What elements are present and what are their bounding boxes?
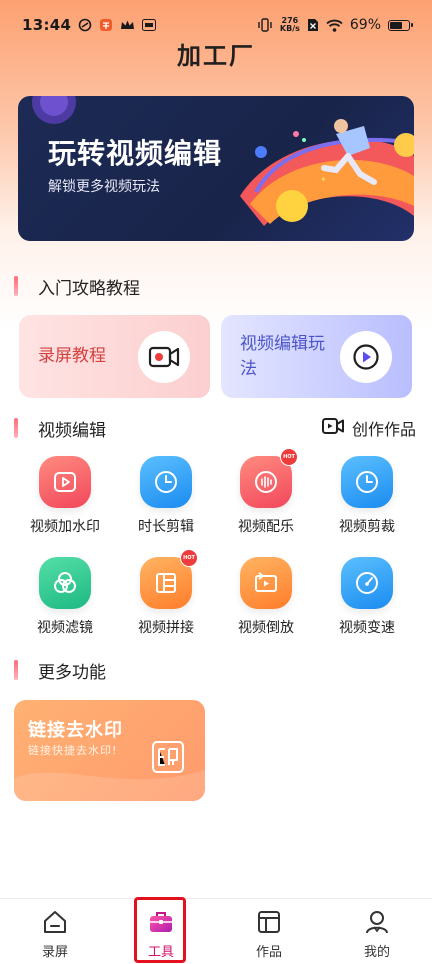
layout-icon: HOT — [140, 549, 198, 609]
section-header-more: 更多功能 — [14, 658, 106, 683]
clock-icon — [140, 456, 192, 508]
tool-video-filter[interactable]: 视频滤镜 — [15, 557, 115, 637]
tool-video-reverse[interactable]: 视频倒放 — [216, 557, 316, 637]
bottom-navigation: 录屏 工具 作品 我的 — [0, 898, 432, 964]
tool-label: 视频滤镜 — [37, 620, 93, 636]
works-icon — [229, 907, 309, 937]
tool-label: 视频加水印 — [30, 519, 100, 535]
clock-icon — [341, 456, 393, 508]
tool-label: 视频倒放 — [238, 620, 294, 636]
tool-video-speed[interactable]: 视频变速 — [317, 557, 417, 637]
app-notification-icon — [99, 18, 113, 32]
battery-icon — [388, 19, 413, 31]
hot-badge: HOT — [180, 549, 198, 567]
tool-video-watermark[interactable]: 视频加水印 — [15, 456, 115, 536]
color-circles-icon — [39, 557, 91, 609]
video-camera-icon — [321, 417, 344, 439]
network-speed: 276 KB/s — [279, 16, 300, 33]
tool-label: 视频剪裁 — [339, 519, 395, 535]
nav-label: 我的 — [363, 945, 390, 960]
tool-duration-cut[interactable]: 时长剪辑 — [116, 456, 216, 536]
tool-label: 视频变速 — [339, 620, 395, 636]
rewind-icon — [240, 557, 292, 609]
nav-item-record[interactable]: 录屏 — [15, 907, 95, 960]
video-camera-icon — [138, 331, 190, 383]
tool-label: 视频配乐 — [238, 519, 294, 535]
nav-label: 作品 — [255, 945, 282, 960]
battery-percent: 69% — [349, 17, 381, 33]
audio-wave-icon: HOT — [240, 448, 298, 508]
speed-gauge-icon — [341, 557, 393, 609]
nav-item-works[interactable]: 作品 — [229, 907, 309, 960]
tool-video-crop[interactable]: 视频剪裁 — [317, 456, 417, 536]
tutorial-card-video-edit[interactable]: 视频编辑玩法 — [221, 315, 412, 398]
card-subtitle: 链接快捷去水印! — [28, 744, 118, 757]
play-icon — [340, 331, 392, 383]
banner-title: 玩转视频编辑 — [48, 137, 223, 170]
section-title: 入门攻略教程 — [38, 278, 140, 299]
app-notification-icon — [78, 18, 92, 32]
tutorial-card-label: 录屏教程 — [38, 346, 106, 366]
selection-highlight — [134, 897, 186, 963]
play-square-icon — [39, 456, 91, 508]
link-watermark-removal-card[interactable]: 链接去水印 链接快捷去水印! — [14, 700, 205, 801]
tool-video-splice[interactable]: HOT 视频拼接 — [116, 549, 216, 637]
nav-item-profile[interactable]: 我的 — [337, 907, 417, 960]
tool-label: 时长剪辑 — [138, 519, 194, 535]
tool-video-music[interactable]: HOT 视频配乐 — [216, 448, 316, 536]
section-marker — [14, 276, 18, 296]
vibrate-icon — [257, 18, 273, 32]
section-header-video-edit: 视频编辑 — [14, 416, 106, 441]
create-works-label: 创作作品 — [351, 420, 416, 439]
crown-icon — [120, 19, 135, 31]
svg-text:✦: ✦ — [320, 175, 327, 184]
home-icon — [15, 907, 95, 937]
section-header-tutorials: 入门攻略教程 — [14, 274, 140, 299]
no-sim-icon — [307, 18, 319, 32]
profile-icon — [337, 907, 417, 937]
watermark-stamp-icon — [151, 740, 185, 778]
section-title: 更多功能 — [38, 662, 106, 683]
section-title: 视频编辑 — [38, 420, 106, 441]
nav-label: 录屏 — [41, 945, 68, 960]
hot-badge: HOT — [280, 448, 298, 466]
promo-banner[interactable]: ✦ ✦ 玩转视频编辑 解锁更多视频玩法 — [18, 96, 414, 241]
page-title: 加工厂 — [177, 42, 255, 70]
status-time: 13:44 — [22, 16, 72, 34]
card-title: 链接去水印 — [28, 720, 123, 741]
banner-subtitle: 解锁更多视频玩法 — [48, 179, 160, 195]
tutorial-card-screen-record[interactable]: 录屏教程 — [19, 315, 210, 398]
tutorial-card-label: 视频编辑玩法 — [240, 333, 325, 379]
create-works-button[interactable]: 创作作品 — [321, 416, 416, 440]
wifi-icon — [326, 19, 343, 32]
section-marker — [14, 660, 18, 680]
tool-label: 视频拼接 — [138, 620, 194, 636]
section-marker — [14, 418, 18, 438]
app-notification-icon — [142, 19, 157, 31]
